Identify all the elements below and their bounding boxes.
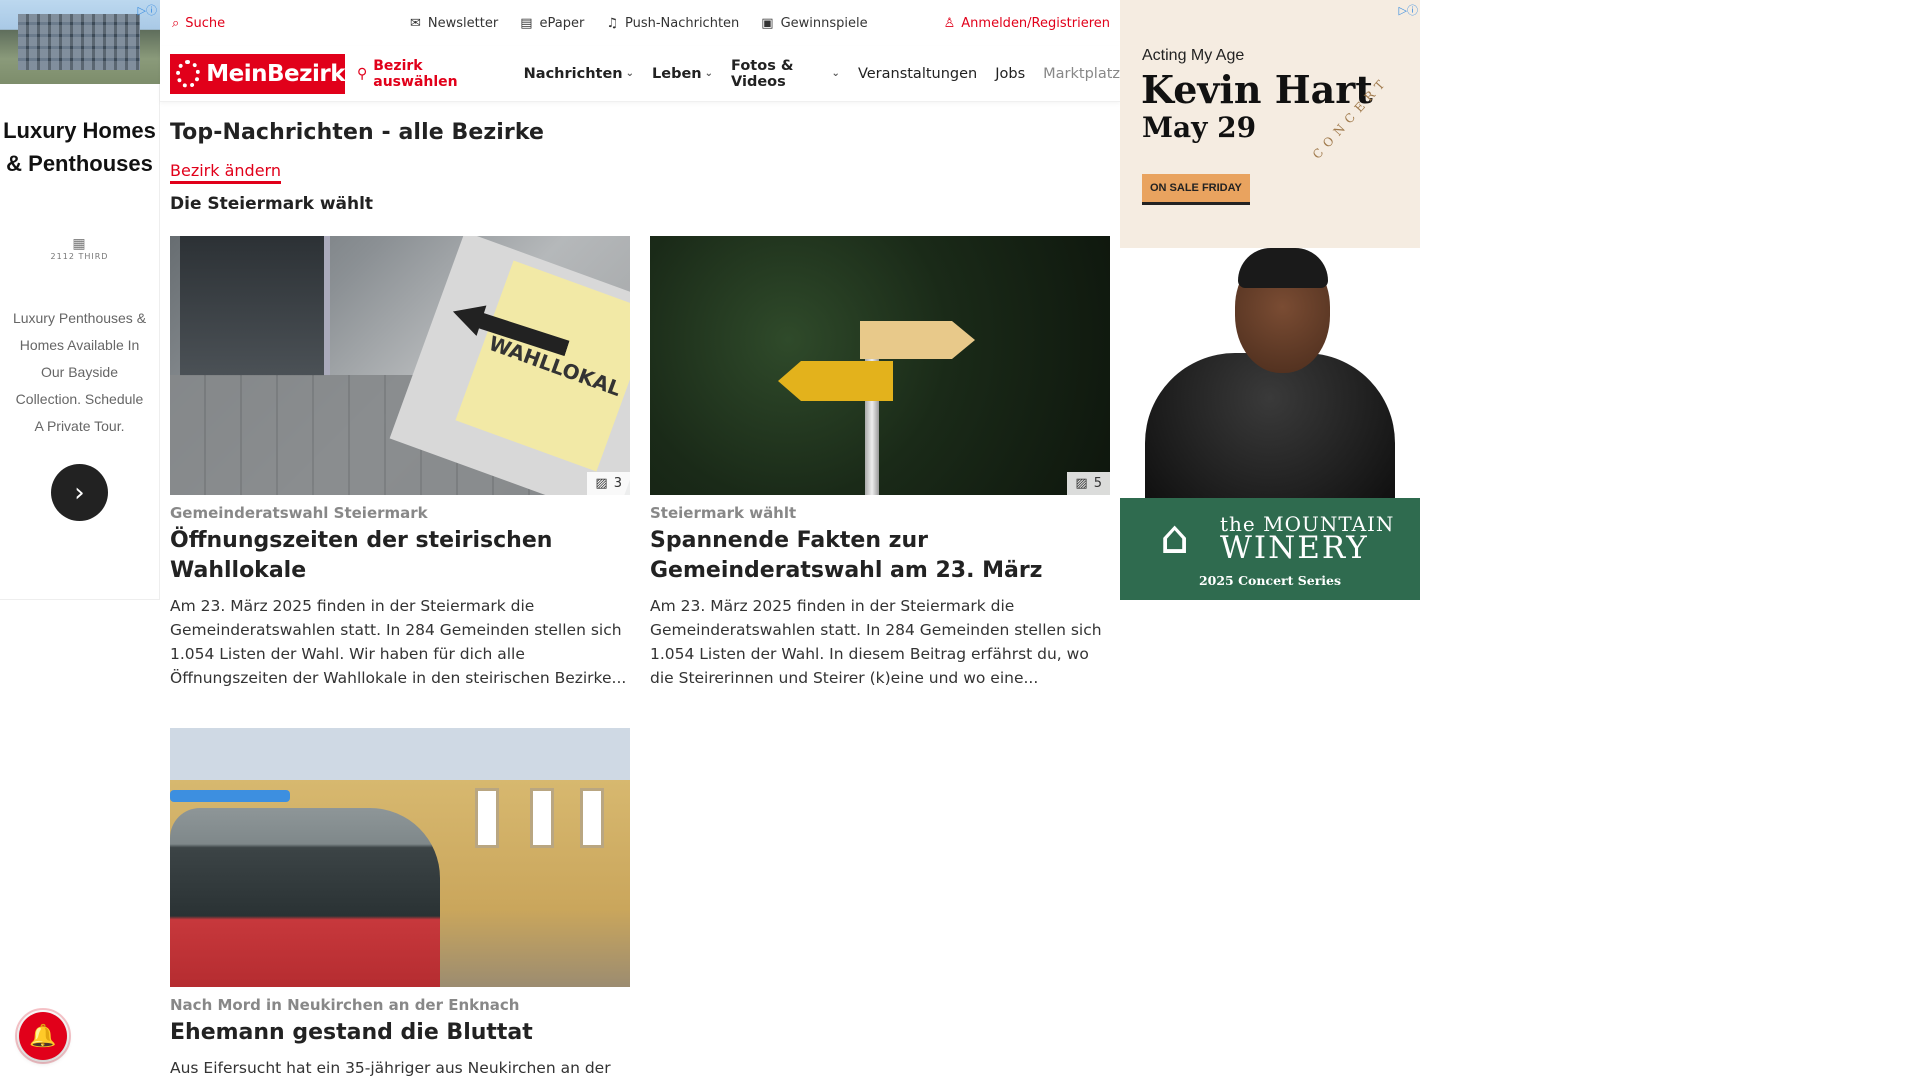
nav-item-marktplatz[interactable]: Marktplatz	[1043, 58, 1120, 90]
nav-item-fotos-videos[interactable]: Fotos & Videos ⌄	[731, 58, 840, 90]
search-link[interactable]: ⌕ Suche	[172, 16, 225, 31]
user-icon: ♙	[943, 15, 956, 31]
gallery-icon: ▨	[1075, 476, 1088, 491]
search-label: Suche	[185, 15, 226, 31]
image-count: 5	[1093, 476, 1102, 491]
newspaper-icon: ▤	[520, 15, 533, 31]
nav-label: Marktplatz	[1043, 65, 1120, 82]
venue-series: 2025 Concert Series	[1198, 573, 1342, 588]
article-kicker[interactable]: Nach Mord in Neukirchen an der Enknach	[170, 996, 630, 1014]
article-card[interactable]: Nach Mord in Neukirchen an der Enknach E…	[170, 728, 630, 1080]
article-card[interactable]: ▨ 5 Steiermark wählt Spannende Fakten zur…	[650, 236, 1110, 690]
ad-headline[interactable]: Luxury Homes & Penthouses	[0, 114, 159, 180]
image-count: 3	[613, 476, 622, 491]
nav-item-jobs[interactable]: Jobs	[995, 58, 1025, 90]
logo-text: MeinBezirk	[206, 60, 345, 87]
adchoices-icon[interactable]: ▷ⓘ	[138, 2, 157, 18]
winery-building-icon: ⌂	[1160, 510, 1190, 564]
main-nav: MeinBezirk ⚲ Bezirk auswählen Nachrichte…	[160, 46, 1120, 102]
venue-name: WINERY	[1220, 530, 1369, 566]
nav-menu: Nachrichten ⌄ Leben ⌄ Fotos & Videos ⌄ Vera…	[524, 58, 1120, 90]
logo-sun-icon	[176, 59, 201, 88]
push-label: Push-Nachrichten	[624, 15, 740, 31]
chevron-down-icon: ⌄	[625, 68, 635, 79]
pick-district-label: Bezirk auswählen	[373, 57, 458, 90]
ad-venue-banner[interactable]: ⌂ the MOUNTAIN WINERY 2025 Concert Serie…	[1120, 498, 1420, 600]
bell-icon: ♫	[606, 15, 618, 31]
building-logo-icon: ▦	[72, 236, 87, 252]
pick-district-button[interactable]: ⚲ Bezirk auswählen	[357, 58, 506, 90]
nav-label: Leben	[652, 65, 702, 82]
chevron-right-icon: ›	[74, 477, 85, 508]
ad-cta-button[interactable]: ON SALE FRIDAY	[1142, 174, 1250, 205]
image-count-badge: ▨ 3	[587, 472, 630, 495]
article-kicker[interactable]: Steiermark wählt	[650, 504, 1110, 522]
newsletter-label: Newsletter	[427, 15, 499, 31]
ad-next-button[interactable]: ›	[51, 464, 108, 521]
article-teaser[interactable]: Am 23. März 2025 finden in der Steiermar…	[170, 594, 630, 690]
article-headline[interactable]: Spannende Fakten zur Gemeinderatswahl am…	[650, 526, 1110, 586]
article-kicker[interactable]: Gemeinderatswahl Steiermark	[170, 504, 630, 522]
article-headline[interactable]: Ehemann gestand die Bluttat	[170, 1018, 630, 1048]
login-label: Anmelden/Registrieren	[961, 15, 1110, 31]
epaper-label: ePaper	[539, 15, 585, 31]
article-grid: WAHLLOKAL ▨ 3 Gemeinderatswahl Steiermark…	[170, 236, 1120, 1080]
utility-links: ✉ Newsletter ▤ ePaper ♫ Push-Nachrichten ▣ G…	[410, 16, 868, 31]
article-card[interactable]: WAHLLOKAL ▨ 3 Gemeinderatswahl Steiermark…	[170, 236, 630, 690]
nav-item-leben[interactable]: Leben ⌄	[652, 58, 713, 90]
article-headline[interactable]: Öffnungszeiten der steirischen Wahllokal…	[170, 526, 630, 586]
section-heading: Die Steiermark wählt	[170, 194, 374, 214]
gewinnspiele-link[interactable]: ▣ Gewinnspiele	[761, 16, 867, 31]
nav-label: Nachrichten	[523, 65, 623, 82]
change-district-link[interactable]: Bezirk ändern	[170, 161, 281, 184]
ad-body[interactable]: Luxury Penthouses & Homes Available In O…	[0, 305, 159, 440]
gallery-icon: ▨	[595, 476, 608, 491]
nav-item-veranstaltungen[interactable]: Veranstaltungen	[858, 58, 977, 90]
left-ad[interactable]: ▷ⓘ Luxury Homes & Penthouses ▦ 2112 THIR…	[0, 0, 160, 600]
ad-brand-logo: ▦ 2112 THIRD	[0, 236, 159, 261]
ad-brand-text: 2112 THIRD	[50, 252, 109, 261]
nav-item-nachrichten[interactable]: Nachrichten ⌄	[524, 58, 634, 90]
image-count-badge: ▨ 5	[1067, 472, 1110, 495]
content: Top-Nachrichten - alle Bezirke Bezirk än…	[160, 120, 1120, 1080]
location-pin-icon: ⚲	[357, 65, 368, 82]
article-image[interactable]	[170, 728, 630, 987]
gewinnspiele-label: Gewinnspiele	[780, 15, 868, 31]
login-link[interactable]: ♙ Anmelden/Registrieren	[944, 16, 1110, 31]
article-teaser[interactable]: Am 23. März 2025 finden in der Steiermar…	[650, 594, 1110, 690]
gift-icon: ▣	[761, 15, 774, 31]
main-column: ⌕ Suche ✉ Newsletter ▤ ePaper ♫ Push-Nachri…	[160, 0, 1120, 1080]
ad-building-image[interactable]	[0, 0, 160, 84]
chevron-down-icon: ⌄	[831, 68, 840, 79]
site-logo[interactable]: MeinBezirk	[170, 53, 345, 94]
newsletter-link[interactable]: ✉ Newsletter	[410, 16, 498, 31]
adchoices-icon[interactable]: ▷ⓘ	[1399, 2, 1418, 18]
ad-portrait-image[interactable]	[1120, 248, 1420, 503]
utility-bar: ⌕ Suche ✉ Newsletter ▤ ePaper ♫ Push-Nachri…	[160, 0, 1120, 46]
bell-icon: 🔔	[29, 1023, 57, 1049]
ad-date[interactable]: May 29	[1142, 111, 1420, 144]
epaper-link[interactable]: ▤ ePaper	[520, 16, 584, 31]
article-image[interactable]: ▨ 5	[650, 236, 1110, 495]
push-link[interactable]: ♫ Push-Nachrichten	[606, 16, 739, 31]
nav-label: Jobs	[995, 65, 1026, 82]
right-ad[interactable]: ▷ⓘ Acting My Age Kevin Hart May 29 ON SA…	[1120, 0, 1420, 600]
nav-label: Veranstaltungen	[857, 65, 978, 82]
chevron-down-icon: ⌄	[704, 68, 714, 79]
article-image[interactable]: WAHLLOKAL ▨ 3	[170, 236, 630, 495]
nav-label: Fotos & Videos	[731, 57, 794, 90]
mail-icon: ✉	[410, 15, 421, 31]
search-icon: ⌕	[172, 15, 180, 31]
page-title: Top-Nachrichten - alle Bezirke	[170, 120, 545, 145]
notification-bell-button[interactable]: 🔔	[19, 1012, 67, 1060]
ad-tagline[interactable]: Acting My Age	[1142, 47, 1420, 65]
article-teaser[interactable]: Aus Eifersucht hat ein 35-jähriger aus N…	[170, 1056, 630, 1080]
